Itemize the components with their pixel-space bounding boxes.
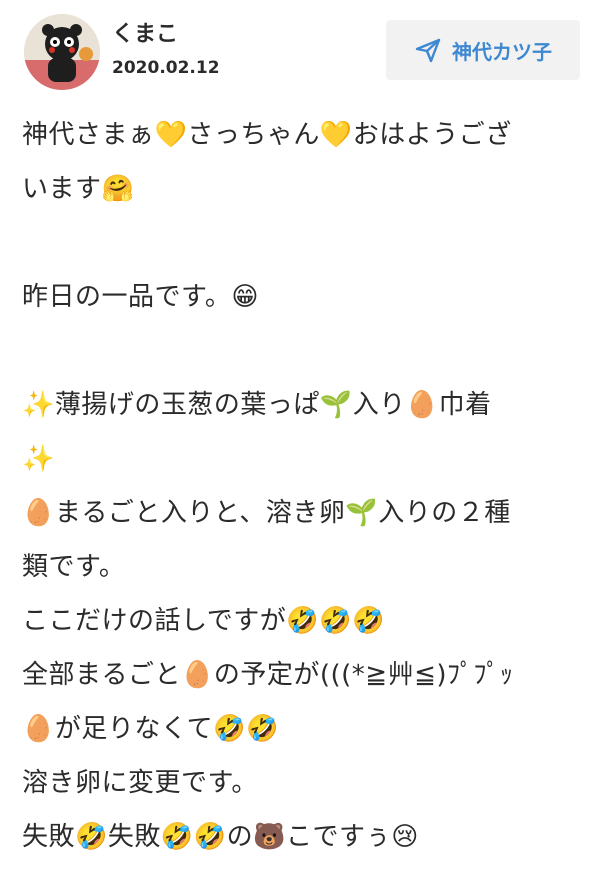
post-line: います🤗 <box>22 174 135 204</box>
post-body: 神代さまぁ💛さっちゃん💛おはようござ います🤗 昨日の一品です。😁 ✨薄揚げの玉… <box>22 108 590 864</box>
send-icon <box>414 36 442 64</box>
reply-to-label: 神代カツ子 <box>452 39 552 64</box>
post-date: 2020.02.12 <box>112 58 220 78</box>
post-header: くまこ 2020.02.12 神代カツ子 <box>0 0 606 100</box>
avatar[interactable] <box>24 14 100 90</box>
post-line: ✨薄揚げの玉葱の葉っぱ🌱入り🥚巾着 <box>22 390 492 420</box>
post-line: ✨ <box>22 444 55 474</box>
post-line: 🥚まるごと入りと、溶き卵🌱入りの２種 <box>22 498 511 528</box>
post-line: 全部まるごと🥚の予定が(((*≧艸≦)ﾌﾟﾌﾟｯ <box>22 660 514 690</box>
user-name[interactable]: くまこ <box>112 16 178 48</box>
post-line: 失敗🤣失敗🤣🤣の🐻こですぅ😢 <box>22 822 419 852</box>
post-line: 類です。 <box>22 552 126 582</box>
post-line <box>22 324 590 378</box>
post-line <box>22 216 590 270</box>
post-line: 昨日の一品です。😁 <box>22 282 260 312</box>
post-line: 神代さまぁ💛さっちゃん💛おはようござ <box>22 120 512 150</box>
reply-to-button[interactable]: 神代カツ子 <box>386 20 580 80</box>
post-line: ここだけの話しですが🤣🤣🤣 <box>22 606 385 636</box>
post-line: 🥚が足りなくて🤣🤣 <box>22 714 279 744</box>
post-line: 溶き卵に変更です。 <box>22 768 258 798</box>
